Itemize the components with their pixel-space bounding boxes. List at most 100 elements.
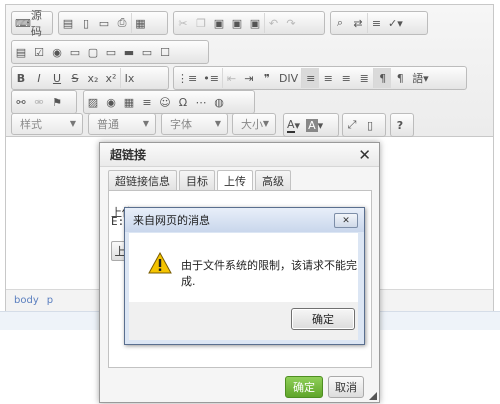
- omega-icon: Ω: [178, 95, 188, 109]
- radio-button[interactable]: ◉: [48, 42, 66, 62]
- textarea-icon: ▢: [87, 45, 99, 59]
- underline-button[interactable]: U: [48, 68, 66, 88]
- rtl-button[interactable]: ¶: [391, 68, 409, 88]
- indent-button[interactable]: ⇥: [240, 68, 258, 88]
- creatediv-button[interactable]: DIV: [276, 68, 301, 88]
- about-button[interactable]: ?: [391, 115, 409, 135]
- imagebutton-icon: ▭: [141, 45, 153, 59]
- about-group: ?: [390, 113, 414, 137]
- imagebutton-button[interactable]: ▭: [138, 42, 156, 62]
- paste-word-button[interactable]: ▣: [246, 13, 264, 33]
- save-button[interactable]: ▤: [59, 13, 77, 33]
- redo-button[interactable]: ↷: [282, 13, 300, 33]
- cut-button[interactable]: ✂: [174, 13, 192, 33]
- text-color-icon: A: [287, 117, 295, 133]
- source-group: ⌨ 源码: [11, 9, 53, 38]
- align-center-button[interactable]: ≡: [319, 68, 337, 88]
- ok-button[interactable]: 确定: [285, 376, 323, 398]
- styles-combo[interactable]: 样式 ▼: [11, 113, 83, 135]
- copy-button[interactable]: ❐: [192, 13, 210, 33]
- numbered-list-button[interactable]: ⋮≡: [174, 68, 200, 88]
- bold-icon: B: [16, 71, 26, 85]
- newpage-button[interactable]: ▯: [77, 13, 95, 33]
- text-color-button[interactable]: A ▾: [284, 115, 303, 135]
- smiley-button[interactable]: ☺: [156, 92, 174, 112]
- anchor-button[interactable]: ⚑: [48, 92, 66, 112]
- subscript-button[interactable]: x₂: [84, 68, 102, 88]
- textarea-button[interactable]: ▢: [84, 42, 102, 62]
- align-center-icon: ≡: [323, 71, 333, 85]
- dialog-tabs: 超链接信息 目标 上传 高级: [108, 170, 291, 191]
- italic-button[interactable]: I: [30, 68, 48, 88]
- select-all-button[interactable]: ≡: [367, 13, 385, 33]
- hline-button[interactable]: ≡: [138, 92, 156, 112]
- table-icon: ▦: [123, 95, 135, 109]
- unlink-button[interactable]: ⚮: [30, 92, 48, 112]
- path-element-p[interactable]: p: [47, 295, 53, 306]
- tab-link-info[interactable]: 超链接信息: [108, 170, 177, 190]
- tab-advanced[interactable]: 高级: [255, 170, 291, 190]
- outdent-button[interactable]: ⇤: [221, 68, 240, 88]
- undo-button[interactable]: ↶: [264, 13, 282, 33]
- paste-button[interactable]: ▣: [210, 13, 228, 33]
- source-button[interactable]: ⌨ 源码: [12, 9, 52, 38]
- print-button[interactable]: ⎙: [113, 13, 131, 33]
- font-combo[interactable]: 字体 ▼: [161, 113, 228, 135]
- cancel-button[interactable]: 取消: [328, 376, 364, 398]
- bg-color-button[interactable]: A ▾: [303, 115, 326, 135]
- superscript-button[interactable]: x²: [102, 68, 120, 88]
- size-combo[interactable]: 大小 ▼: [232, 113, 276, 135]
- image-button[interactable]: ▨: [84, 92, 102, 112]
- checkbox-button[interactable]: ☑: [30, 42, 48, 62]
- language-button[interactable]: 語▾: [409, 68, 432, 88]
- align-left-button[interactable]: ≡: [301, 68, 320, 88]
- message-ok-button[interactable]: 确定: [291, 308, 355, 330]
- specialchar-button[interactable]: Ω: [174, 92, 192, 112]
- button-button[interactable]: ▬: [120, 42, 138, 62]
- hiddenfield-button[interactable]: ☐: [156, 42, 174, 62]
- removeformat-button[interactable]: Ix: [120, 68, 138, 88]
- chevron-down-icon: ▼: [262, 119, 269, 128]
- language-icon: 語▾: [412, 72, 429, 85]
- find-button[interactable]: ⌕: [331, 13, 349, 33]
- format-combo[interactable]: 普通 ▼: [88, 113, 156, 135]
- showblocks-button[interactable]: ▯: [361, 115, 379, 135]
- outdent-icon: ⇤: [226, 71, 237, 85]
- subscript-icon: x₂: [87, 71, 99, 85]
- form-button[interactable]: ▤: [12, 42, 30, 62]
- paste-text-button[interactable]: ▣: [228, 13, 246, 33]
- tab-upload[interactable]: 上传: [217, 170, 253, 191]
- blockquote-button[interactable]: ❞: [258, 68, 276, 88]
- justify-button[interactable]: ≣: [355, 68, 373, 88]
- hiddenfield-icon: ☐: [160, 45, 170, 59]
- textfield-button[interactable]: ▭: [66, 42, 84, 62]
- format-combo-value: 普通: [97, 118, 119, 131]
- showblocks-icon: ▯: [366, 118, 374, 132]
- preview-button[interactable]: ▭: [95, 13, 113, 33]
- flash-icon: ◉: [106, 95, 116, 109]
- italic-icon: I: [37, 71, 41, 85]
- spellcheck-button[interactable]: ✓▾: [385, 13, 406, 33]
- align-right-button[interactable]: ≡: [337, 68, 355, 88]
- close-icon[interactable]: ✕: [358, 146, 371, 164]
- strike-button[interactable]: S: [66, 68, 84, 88]
- replace-button[interactable]: ⇄: [349, 13, 367, 33]
- pagebreak-button[interactable]: ⋯: [192, 92, 210, 112]
- resize-grip-icon[interactable]: [369, 392, 377, 400]
- message-box-body: 由于文件系统的限制，该请求不能完成.: [129, 233, 358, 302]
- bulleted-list-button[interactable]: •≡: [200, 68, 222, 88]
- tab-target[interactable]: 目标: [179, 170, 215, 190]
- maximize-button[interactable]: ⤢: [343, 115, 361, 135]
- table-button[interactable]: ▦: [120, 92, 138, 112]
- message-box-close-button[interactable]: ✕: [334, 213, 358, 228]
- iframe-button[interactable]: ◍: [210, 92, 228, 112]
- bold-button[interactable]: B: [12, 68, 30, 88]
- ltr-button[interactable]: ¶: [373, 68, 392, 88]
- bg-color-icon: A: [306, 118, 318, 132]
- templates-button[interactable]: ▦: [131, 13, 149, 33]
- select-button[interactable]: ▭: [102, 42, 120, 62]
- path-element-body[interactable]: body: [14, 295, 39, 306]
- link-button[interactable]: ⚯: [12, 92, 30, 112]
- flash-button[interactable]: ◉: [102, 92, 120, 112]
- flag-icon: ⚑: [52, 95, 62, 109]
